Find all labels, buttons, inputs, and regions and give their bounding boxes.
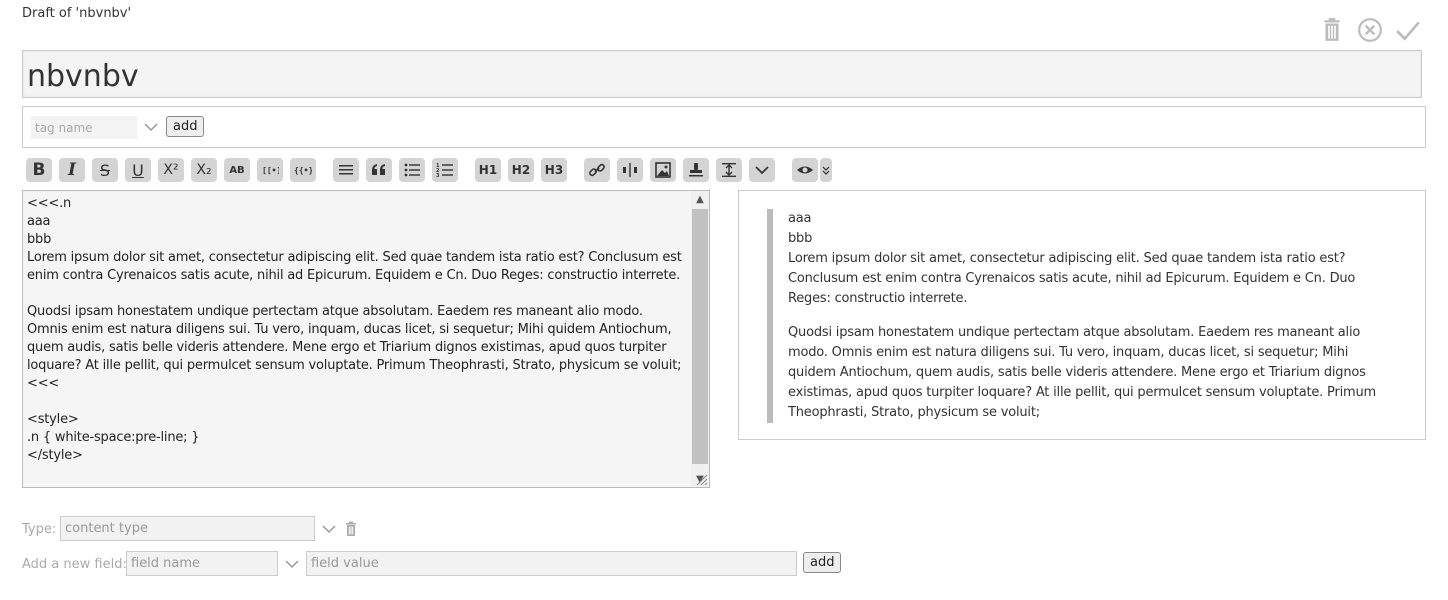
bullet-list-icon[interactable] bbox=[399, 158, 425, 182]
title-input[interactable] bbox=[23, 51, 1421, 102]
field-value-input[interactable] bbox=[306, 551, 797, 576]
chevron-down-icon[interactable] bbox=[321, 521, 337, 537]
heading2-button[interactable]: H2 bbox=[508, 158, 534, 182]
resize-handle-icon[interactable] bbox=[696, 474, 708, 486]
editor-toolbar: B I S U X² X₂ AB [[•]] {{•}} 123 H1 H2 H… bbox=[26, 158, 839, 182]
preview-blockquote: aaa bbb Lorem ipsum dolor sit amet, cons… bbox=[767, 209, 1398, 423]
scroll-thumb[interactable] bbox=[692, 209, 708, 464]
content-type-input[interactable] bbox=[60, 516, 315, 541]
smallcaps-button[interactable]: AB bbox=[224, 158, 250, 182]
trash-icon[interactable] bbox=[344, 521, 358, 537]
tag-name-input[interactable] bbox=[31, 116, 137, 139]
new-field-label: Add a new field: bbox=[22, 557, 127, 572]
type-label: Type: bbox=[22, 522, 57, 537]
add-field-button[interactable]: add bbox=[803, 552, 842, 573]
monospace-icon[interactable] bbox=[333, 158, 359, 182]
check-icon[interactable] bbox=[1394, 16, 1422, 44]
superscript-button[interactable]: X² bbox=[158, 158, 184, 182]
excise-icon[interactable] bbox=[617, 158, 643, 182]
chevron-down-icon[interactable] bbox=[143, 119, 159, 135]
field-name-input[interactable] bbox=[126, 551, 278, 576]
strikethrough-button[interactable]: S bbox=[92, 158, 118, 182]
stamp-icon[interactable] bbox=[683, 158, 709, 182]
trash-icon[interactable] bbox=[1318, 16, 1346, 44]
wikilink-icon[interactable]: [[•]] bbox=[257, 158, 283, 182]
subscript-button[interactable]: X₂ bbox=[191, 158, 217, 182]
title-container bbox=[22, 50, 1422, 102]
preview-paragraph: aaa bbb Lorem ipsum dolor sit amet, cons… bbox=[788, 211, 1356, 306]
editor-textarea-container: <<<.n aaa bbb Lorem ipsum dolor sit amet… bbox=[22, 190, 710, 488]
svg-text:3: 3 bbox=[436, 173, 440, 179]
heading1-button[interactable]: H1 bbox=[475, 158, 501, 182]
bold-button[interactable]: B bbox=[26, 158, 52, 182]
header-actions bbox=[1318, 16, 1422, 44]
svg-text:{{•}}: {{•}} bbox=[294, 166, 312, 175]
chevron-down-icon[interactable] bbox=[284, 556, 300, 572]
preview-pane: aaa bbb Lorem ipsum dolor sit amet, cons… bbox=[738, 190, 1426, 440]
cancel-icon[interactable] bbox=[1356, 16, 1384, 44]
draft-title: Draft of 'nbvnbv' bbox=[22, 6, 132, 21]
editor-textarea[interactable]: <<<.n aaa bbb Lorem ipsum dolor sit amet… bbox=[23, 191, 691, 487]
heading3-button[interactable]: H3 bbox=[541, 158, 567, 182]
preview-options-chevron-icon[interactable] bbox=[820, 158, 832, 182]
preview-paragraph: Quodsi ipsam honestatem undique pertecta… bbox=[788, 325, 1376, 420]
preview-eye-icon[interactable] bbox=[792, 158, 818, 182]
underline-button[interactable]: U bbox=[125, 158, 151, 182]
quote-icon[interactable] bbox=[366, 158, 392, 182]
svg-text:[[•]]: [[•]] bbox=[262, 166, 279, 175]
add-tag-button[interactable]: add bbox=[166, 116, 205, 137]
scroll-up-icon[interactable]: ▲ bbox=[691, 191, 709, 207]
link-icon[interactable] bbox=[584, 158, 610, 182]
editor-scrollbar[interactable]: ▲ ▼ bbox=[691, 191, 709, 487]
numbered-list-icon[interactable]: 123 bbox=[432, 158, 458, 182]
transclude-icon[interactable]: {{•}} bbox=[290, 158, 316, 182]
tag-bar: add bbox=[22, 106, 1426, 148]
more-chevron-icon[interactable] bbox=[749, 158, 775, 182]
picture-icon[interactable] bbox=[650, 158, 676, 182]
italic-button[interactable]: I bbox=[59, 158, 85, 182]
size-icon[interactable] bbox=[716, 158, 742, 182]
